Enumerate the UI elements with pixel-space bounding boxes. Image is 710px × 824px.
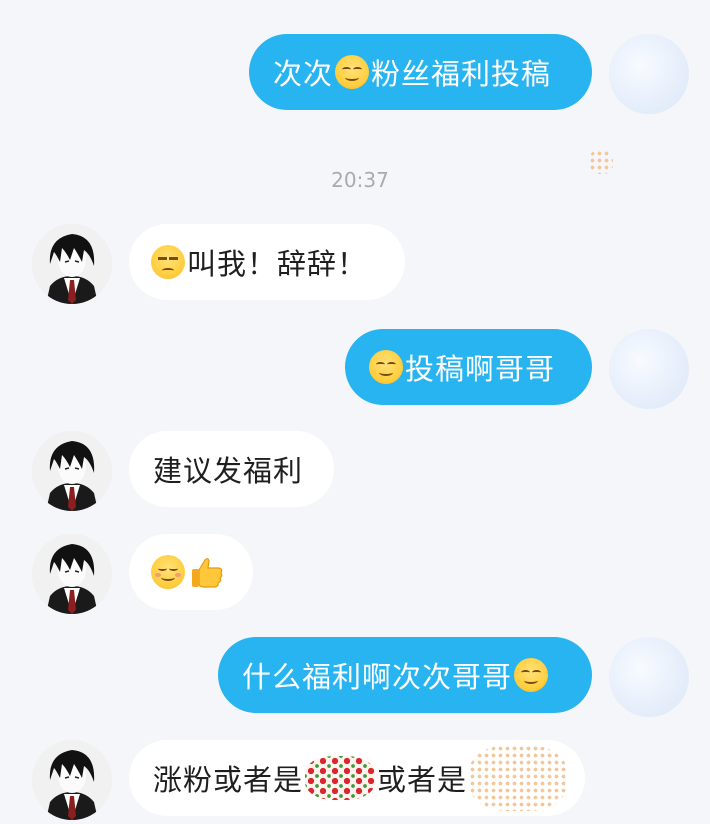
message-text: 什么福利啊次次哥哥 — [242, 660, 513, 694]
incoming-message-bubble[interactable]: 叫我！辞辞！ — [129, 224, 405, 300]
incoming-message-bubble[interactable] — [129, 534, 253, 610]
thumbs-up-emoji-icon — [192, 558, 223, 588]
message-text: 涨粉或者是 — [153, 763, 304, 797]
contact-avatar[interactable] — [32, 431, 112, 511]
contact-avatar[interactable] — [32, 740, 112, 820]
outgoing-message-bubble[interactable]: 什么福利啊次次哥哥 — [218, 637, 592, 713]
smiling-face-emoji-icon — [151, 555, 185, 589]
contact-avatar[interactable] — [32, 224, 112, 304]
relieved-face-emoji-icon — [335, 55, 370, 89]
message-text: 或者是 — [377, 763, 468, 797]
relieved-face-emoji-icon — [514, 658, 549, 692]
message-text: 投稿啊哥哥 — [405, 352, 556, 386]
message-text: 次次 — [273, 57, 334, 91]
outgoing-message-bubble[interactable]: 次次 粉丝福利投稿 — [249, 34, 592, 110]
message-text: 叫我！辞辞！ — [187, 247, 368, 281]
pixelated-sticker — [469, 745, 568, 811]
incoming-message-bubble[interactable]: 建议发福利 — [129, 431, 334, 507]
unamused-face-emoji-icon — [151, 245, 185, 279]
message-text: 建议发福利 — [153, 454, 304, 488]
message-text: 粉丝福利投稿 — [371, 57, 552, 91]
my-avatar[interactable] — [609, 637, 689, 717]
contact-avatar[interactable] — [32, 534, 112, 614]
my-avatar[interactable] — [609, 329, 689, 409]
message-timestamp: 20:37 — [331, 168, 389, 192]
outgoing-message-bubble[interactable]: 投稿啊哥哥 — [345, 329, 592, 405]
incoming-message-bubble[interactable]: 涨粉或者是 或者是 — [129, 740, 585, 816]
pixelated-emoji-sticker — [305, 756, 376, 800]
chat-conversation[interactable]: 次次 粉丝福利投稿 20:37 叫我！辞辞！ 投稿啊哥哥 建议发福利 什么福利啊… — [0, 0, 710, 824]
relieved-face-emoji-icon — [369, 350, 403, 384]
my-avatar[interactable] — [609, 34, 689, 114]
